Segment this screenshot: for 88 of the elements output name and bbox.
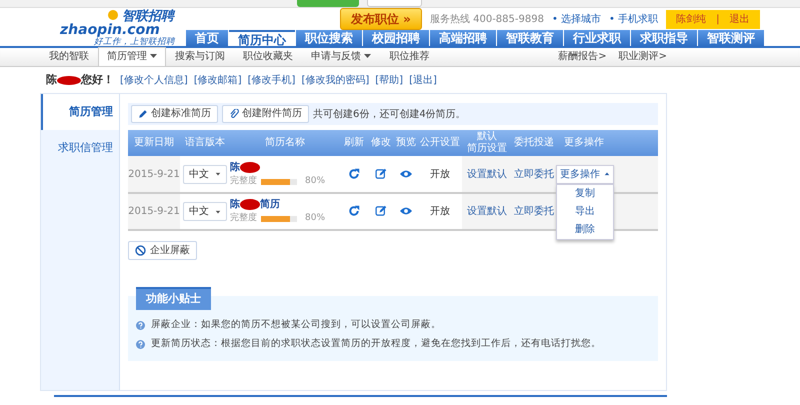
refresh-icon: [348, 168, 360, 180]
nav-tab[interactable]: 首页: [186, 30, 228, 46]
create-button[interactable]: 创建标准简历: [131, 105, 218, 123]
logo-ball-icon: [108, 10, 118, 20]
column-header: 更多操作: [563, 137, 605, 149]
tips-title: 功能小贴士: [136, 287, 211, 310]
nav-tab[interactable]: 智联教育: [497, 30, 563, 46]
subnav-link[interactable]: 职业测评>: [618, 48, 667, 66]
header-link[interactable]: • 手机求职: [609, 12, 658, 26]
logo-text: zhaopin.com: [60, 23, 160, 37]
header-link[interactable]: • 选择城市: [552, 12, 602, 26]
separator-text: |: [716, 12, 720, 26]
column-header: 语言版本: [184, 137, 226, 149]
help-icon: [136, 340, 145, 349]
column-header: 委托投递: [513, 137, 555, 149]
hotline-text: 服务热线 400-885-9898: [430, 12, 544, 26]
language-select[interactable]: 中文: [183, 202, 227, 221]
column-header: 简历名称: [264, 137, 306, 149]
language-select[interactable]: 中文: [183, 164, 227, 184]
resume-name-link[interactable]: 陈 简历: [230, 197, 280, 212]
public-setting-text: 开放: [430, 168, 450, 180]
logo-text: 智联招聘: [122, 10, 174, 23]
menu-item[interactable]: 删除: [557, 220, 613, 238]
block-icon: [135, 245, 146, 256]
logout-link[interactable]: 退出: [730, 12, 750, 26]
account-link[interactable]: [修改我的密码]: [301, 72, 370, 88]
sidebar-item[interactable]: 简历管理: [41, 94, 119, 130]
help-icon: [136, 320, 145, 330]
menu-item[interactable]: 导出: [557, 202, 613, 220]
eye-icon: [400, 205, 412, 218]
user-name: 陈: [46, 72, 57, 88]
column-header: 更新日期: [133, 137, 175, 149]
menu-item[interactable]: 复制: [557, 184, 613, 202]
user-name-link[interactable]: 陈剑纯: [676, 12, 706, 26]
nav-tab[interactable]: 职位搜索: [296, 30, 362, 46]
percent-text: 80%: [305, 174, 326, 188]
edit-icon: [375, 168, 387, 180]
completeness-label: 完整度: [230, 212, 257, 226]
nav-tab[interactable]: 行业求职: [564, 30, 630, 46]
nav-tab[interactable]: 校园招聘: [363, 30, 429, 46]
column-header: 刷新: [343, 137, 365, 149]
column-header: 修改: [370, 137, 392, 149]
subnav-tab[interactable]: 搜索与订阅: [166, 47, 234, 66]
nav-tab[interactable]: 高端招聘: [430, 30, 496, 46]
caret-icon: [604, 171, 610, 177]
nav-tab[interactable]: 求职指导: [631, 30, 697, 46]
account-link[interactable]: [帮助]: [375, 72, 404, 88]
greeting-text: 您好！: [81, 72, 114, 88]
resume-name-link[interactable]: 陈: [230, 160, 260, 175]
create-button[interactable]: 创建附件简历: [222, 105, 309, 123]
column-header: 预览: [395, 137, 417, 149]
block-companies-button[interactable]: 企业屏蔽: [128, 241, 197, 260]
nav-tab[interactable]: 简历中心: [229, 30, 295, 46]
subnav-tab[interactable]: 职位收藏夹: [234, 47, 302, 66]
account-link[interactable]: [修改个人信息]: [120, 72, 188, 88]
subnav-tab[interactable]: 职位推荐: [380, 47, 438, 66]
tip-text: 屏蔽企业：如果您的简历不想被某公司搜到，可以设置公司屏蔽。: [151, 318, 441, 332]
completeness-label: 完整度: [230, 174, 257, 188]
quota-text: 共可创建6份，还可创建4份简历。: [313, 108, 466, 122]
refresh-icon: [348, 205, 360, 218]
pencil-icon: [138, 109, 148, 119]
caret-icon: [215, 171, 221, 177]
refresh-button[interactable]: [348, 166, 360, 182]
subnav-link[interactable]: 薪酬报告>: [558, 48, 607, 66]
tip-text: 更新简历状态：根据您目前的求职状态设置简历的开放程度，避免在您找到工作后，还有电话打扰您。: [151, 337, 601, 352]
caret-icon: [215, 208, 221, 214]
paperclip-icon: [229, 109, 239, 119]
nav-tab[interactable]: 智联测评: [698, 30, 764, 46]
column-header: 默认: [476, 131, 497, 143]
column-header: 简历设置: [466, 143, 508, 155]
percent-text: 80%: [305, 212, 326, 226]
account-link[interactable]: [修改邮箱]: [194, 72, 242, 88]
edit-icon: [375, 205, 387, 218]
date-text: 2015-9-21: [128, 206, 180, 217]
account-link[interactable]: [退出]: [409, 72, 437, 88]
eye-icon: [400, 168, 412, 180]
post-job-button[interactable]: 发布职位 »: [340, 8, 422, 30]
subnav-tab[interactable]: 申请与反馈: [302, 47, 380, 66]
date-text: 2015-9-21: [128, 168, 180, 180]
logo-slogan: 好工作，上智联招聘: [93, 37, 176, 48]
subnav-tab[interactable]: 简历管理: [98, 47, 166, 66]
sidebar-item[interactable]: 求职信管理: [41, 130, 119, 166]
subnav-tab[interactable]: 我的智联: [40, 47, 98, 66]
public-setting-text: 开放: [430, 206, 450, 217]
account-link[interactable]: [修改手机]: [248, 72, 296, 88]
more-actions-button[interactable]: 更多操作: [556, 164, 614, 184]
column-header: 公开设置: [419, 137, 461, 149]
edit-button[interactable]: [375, 166, 387, 182]
